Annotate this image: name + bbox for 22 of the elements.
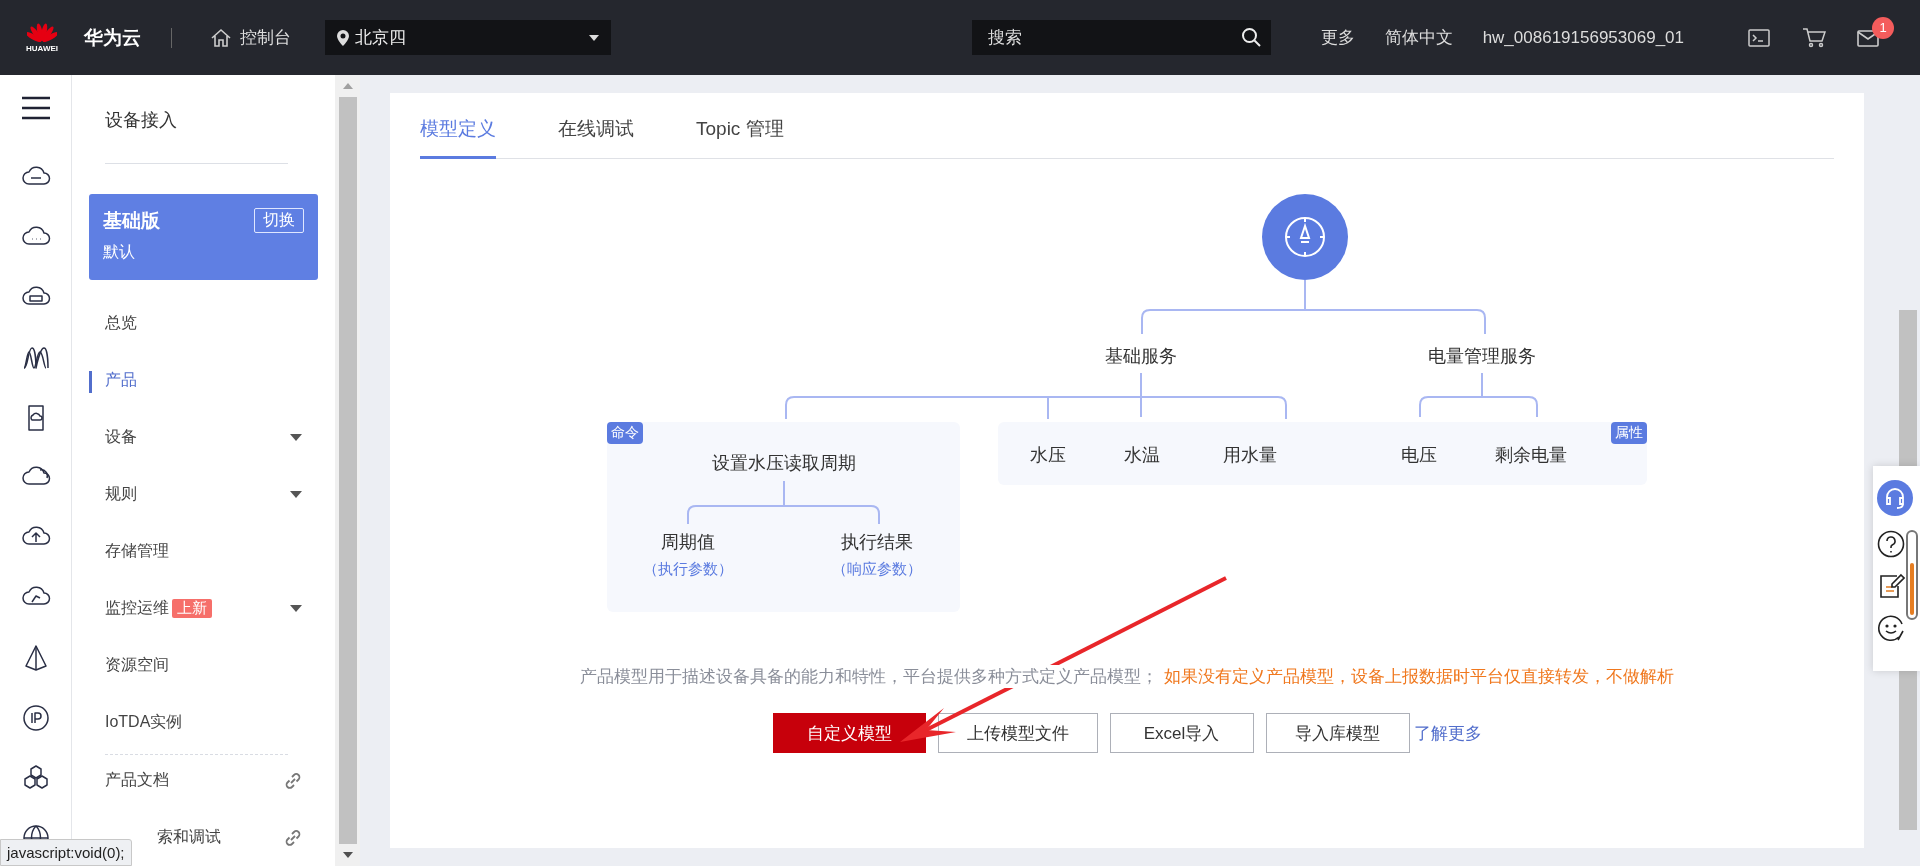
edition-name: 基础版 [103, 208, 160, 233]
command-tag: 命令 [607, 422, 643, 444]
parameter-role: （响应参数） [832, 559, 922, 579]
command-label: 设置水压读取周期 [712, 452, 856, 475]
property-label: 用水量 [1223, 444, 1277, 467]
logo-text: HUAWEI [26, 44, 58, 53]
parameter-label: 周期值 [661, 531, 715, 554]
service-label: 电量管理服务 [1428, 345, 1536, 368]
service-label: 基础服务 [1105, 345, 1177, 368]
status-url-tooltip: javascript:void(0); [0, 839, 132, 866]
parameter-role: （执行参数） [643, 559, 733, 579]
property-label: 电压 [1401, 444, 1437, 467]
property-label: 剩余电量 [1495, 444, 1567, 467]
property-tag: 属性 [1611, 422, 1647, 444]
edition-subtitle: 默认 [103, 241, 136, 262]
new-badge: 上新 [172, 599, 212, 618]
notification-badge: 1 [1872, 16, 1894, 39]
warning-text: 如果没有定义产品模型，设备上报数据时平台仅直接转发，不做解析 [1164, 666, 1674, 688]
parameter-label: 执行结果 [841, 531, 913, 554]
property-label: 水压 [1030, 444, 1066, 467]
sidebar-title: 设备接入 [105, 109, 178, 132]
property-label: 水温 [1124, 444, 1160, 467]
